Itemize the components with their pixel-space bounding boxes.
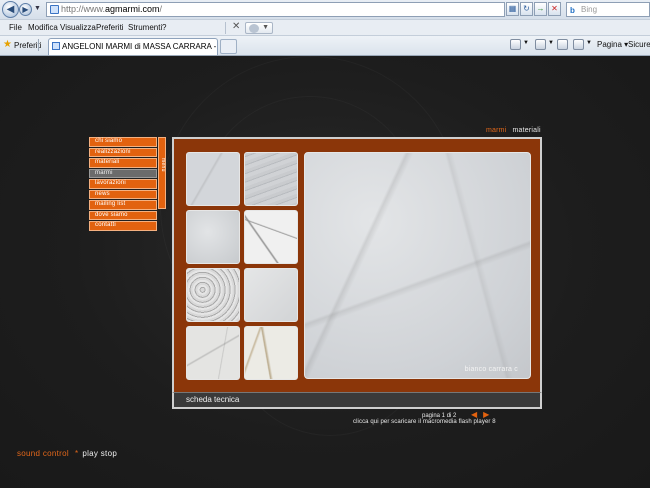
topnav-materiali-link[interactable]: materiali xyxy=(512,127,540,134)
print-dropdown-icon[interactable]: ▼ xyxy=(586,40,592,46)
page-menu[interactable]: Pagina ▾ xyxy=(597,40,628,49)
menu-item-lavorazioni[interactable]: lavorazioni xyxy=(89,179,157,189)
menu-preferiti[interactable]: Preferiti xyxy=(96,23,124,32)
sound-control-label: sound control xyxy=(17,449,69,458)
mail-icon[interactable] xyxy=(557,39,568,50)
favorites-bar: ★ Preferiti ANGELONI MARMI di MASSA CARR… xyxy=(0,35,650,55)
security-menu[interactable]: Sicurez xyxy=(628,40,650,49)
forward-button[interactable]: ▶ xyxy=(19,3,32,16)
url-host: agmarmi.com xyxy=(105,4,160,14)
side-menu: chi siamo realizzazioni materiali marmi … xyxy=(89,137,157,232)
menu-bar: File Modifica Visualizza Preferiti Strum… xyxy=(0,19,650,35)
menu-visualizza[interactable]: Visualizza xyxy=(60,23,96,32)
thumbnail-marble-6[interactable] xyxy=(244,268,298,322)
marble-preview-image: bianco carrara c xyxy=(304,152,531,379)
url-field[interactable]: http://www.agmarmi.com/ xyxy=(46,2,505,17)
play-stop-button[interactable]: play stop xyxy=(82,449,117,458)
bing-logo-icon: b xyxy=(570,6,575,15)
stop-icon[interactable]: ✕ xyxy=(548,2,561,16)
feeds-icon[interactable] xyxy=(535,39,546,50)
menu-item-chi-siamo[interactable]: chi siamo xyxy=(89,137,157,147)
menu-item-contatti[interactable]: contatti xyxy=(89,221,157,231)
menu-item-marmi[interactable]: marmi xyxy=(89,168,157,178)
tab-favicon-icon xyxy=(52,42,60,50)
toolbar-gear-icon xyxy=(249,24,259,33)
address-bar-row: ◀ ▶ ▼ http://www.agmarmi.com/ ▦ ↻ → ✕ b … xyxy=(0,0,650,19)
go-icon[interactable]: → xyxy=(534,2,547,16)
menu-item-dove-siamo[interactable]: dove siamo xyxy=(89,210,157,220)
marble-name-caption: bianco carrara c xyxy=(464,366,518,373)
menu-modifica[interactable]: Modifica xyxy=(28,23,58,32)
menu-item-materiali[interactable]: materiali xyxy=(89,158,157,168)
menu-collapse-tab[interactable]: menu xyxy=(158,137,166,209)
pagination-arrows: ◀ ▶ xyxy=(471,410,495,419)
thumbnail-marble-2[interactable] xyxy=(244,152,298,206)
scheda-tecnica-bar[interactable]: scheda tecnica xyxy=(172,392,542,409)
toolbar-dropdown[interactable]: ▼ xyxy=(245,22,273,34)
menu-separator xyxy=(225,22,226,34)
thumbnail-marble-5[interactable] xyxy=(186,268,240,322)
home-dropdown-icon[interactable]: ▼ xyxy=(523,40,529,46)
menu-tab-label: menu xyxy=(160,158,166,172)
breadcrumb: marmi materiali xyxy=(486,127,541,134)
thumbnail-marble-4[interactable] xyxy=(244,210,298,264)
home-icon[interactable] xyxy=(510,39,521,50)
browser-chrome: ◀ ▶ ▼ http://www.agmarmi.com/ ▦ ↻ → ✕ b … xyxy=(0,0,650,56)
flash-player-link[interactable]: clicca qui per scaricare il macromedia f… xyxy=(353,419,496,425)
tab-title: ANGELONI MARMI di MASSA CARRARA - LAVORA… xyxy=(62,42,217,51)
compatibility-view-icon[interactable]: ▦ xyxy=(506,2,519,16)
site-favicon-icon xyxy=(50,5,59,14)
search-placeholder: Bing xyxy=(581,5,598,14)
thumbnail-marble-3[interactable] xyxy=(186,210,240,264)
browser-tab-active[interactable]: ANGELONI MARMI di MASSA CARRARA - LAVORA… xyxy=(48,38,218,55)
back-button[interactable]: ◀ xyxy=(2,1,19,18)
favorites-star-icon[interactable]: ★ xyxy=(3,39,12,50)
tab-list-divider xyxy=(38,39,46,51)
new-tab-button[interactable] xyxy=(220,39,237,54)
page-menu-label: Pagina xyxy=(597,40,622,49)
url-prefix: http://www. xyxy=(61,4,106,14)
thumbnail-marble-7[interactable] xyxy=(186,326,240,380)
menu-help[interactable]: ? xyxy=(162,23,166,32)
feeds-dropdown-icon[interactable]: ▼ xyxy=(548,40,554,46)
menu-item-realizzazioni[interactable]: realizzazioni xyxy=(89,147,157,157)
menu-strumenti[interactable]: Strumenti xyxy=(128,23,162,32)
menu-item-mailing-list[interactable]: mailing list xyxy=(89,200,157,210)
gallery-frame: bianco carrara c xyxy=(172,137,542,409)
prev-page-icon[interactable]: ◀ xyxy=(471,410,477,419)
close-toolbar-icon[interactable]: ✕ xyxy=(232,21,240,32)
menu-file[interactable]: File xyxy=(9,23,22,32)
next-page-icon[interactable]: ▶ xyxy=(483,410,489,419)
thumbnail-marble-8[interactable] xyxy=(244,326,298,380)
print-icon[interactable] xyxy=(573,39,584,50)
url-suffix: / xyxy=(159,4,163,14)
sound-control: sound control * play stop xyxy=(17,449,117,458)
scheda-tecnica-label: scheda tecnica xyxy=(186,395,240,404)
history-dropdown-icon[interactable]: ▼ xyxy=(34,5,41,12)
search-field[interactable]: b Bing xyxy=(566,2,650,17)
topnav-marmi-link[interactable]: marmi xyxy=(486,127,506,134)
sound-star: * xyxy=(74,449,79,458)
refresh-icon[interactable]: ↻ xyxy=(520,2,533,16)
menu-item-news[interactable]: news xyxy=(89,189,157,199)
thumbnail-marble-1[interactable] xyxy=(186,152,240,206)
